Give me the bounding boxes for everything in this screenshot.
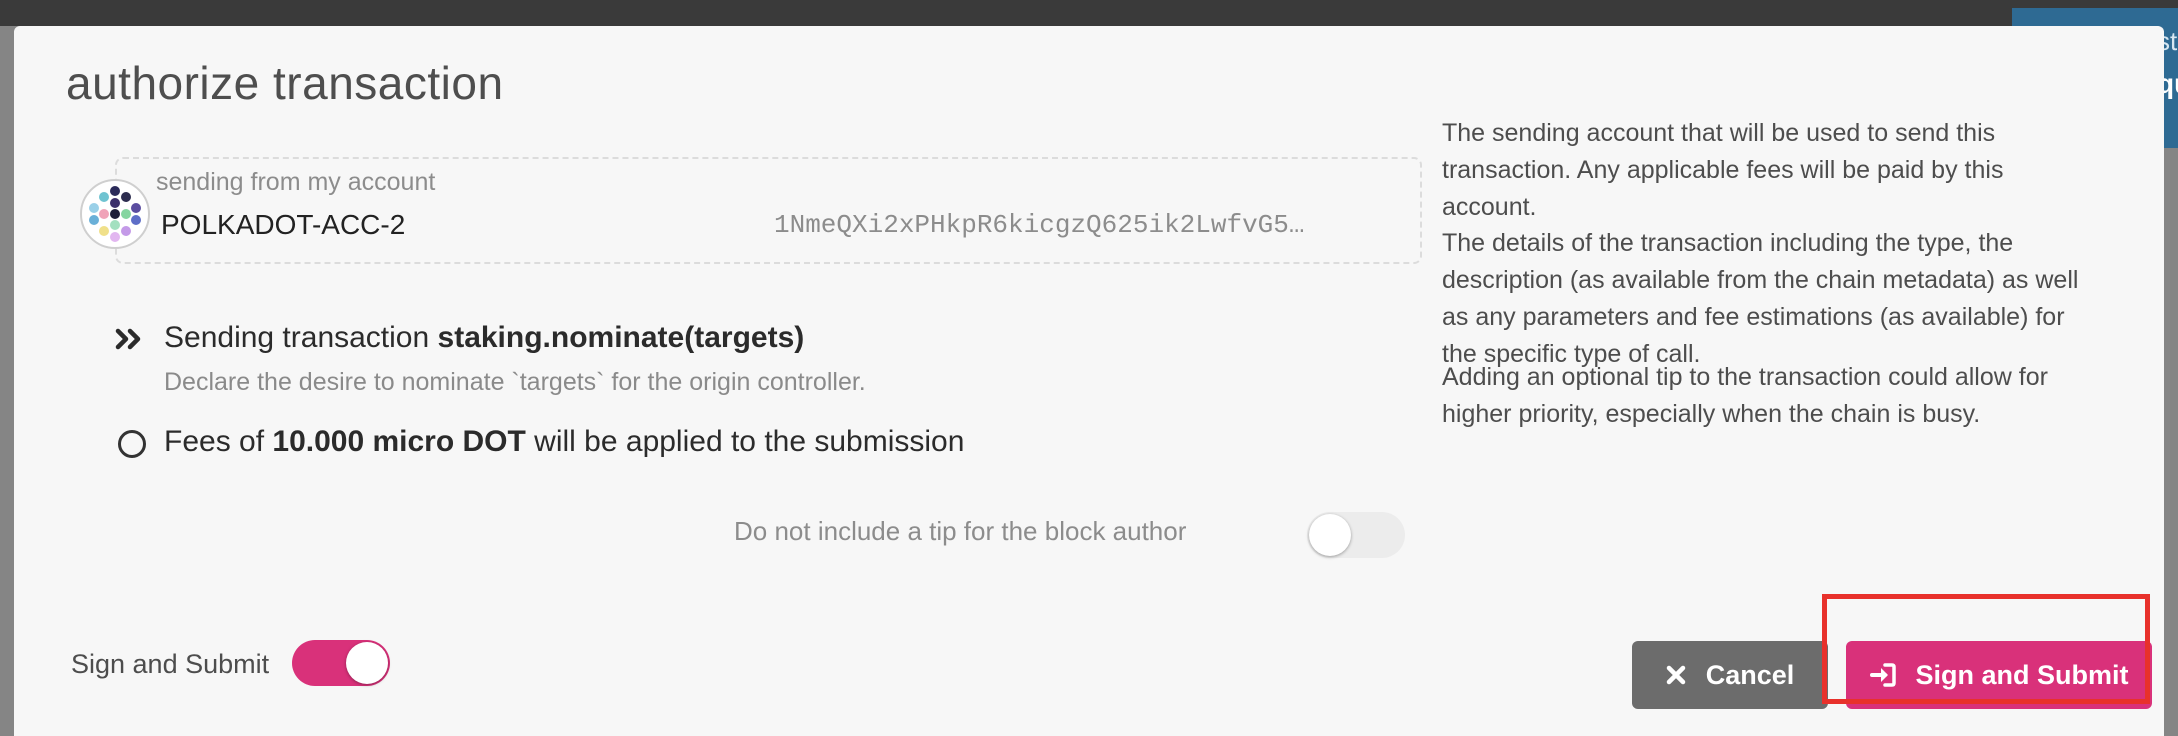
close-icon <box>1666 665 1685 685</box>
cancel-button-label: Cancel <box>1705 659 1795 690</box>
fee-prefix: Fees of <box>164 425 273 458</box>
modal-title: authorize transaction <box>66 57 504 109</box>
identicon-icon <box>80 179 150 249</box>
sign-and-submit-toggle[interactable] <box>292 640 390 686</box>
toggle-knob <box>346 642 388 684</box>
account-name: POLKADOT-ACC-2 <box>161 209 406 240</box>
toggle-knob <box>1309 514 1351 556</box>
transaction-description: Declare the desire to nominate `targets`… <box>164 368 866 396</box>
help-account: The sending account that will be used to… <box>1442 119 2004 221</box>
account-address: 1NmeQXi2xPHkpR6kicgzQ625ik2LwfvG5… <box>774 210 1305 240</box>
highlight-box <box>1822 594 2150 704</box>
transaction-call: staking.nominate(targets) <box>437 321 805 354</box>
tip-label: Do not include a tip for the block autho… <box>734 516 1187 546</box>
account-label: sending from my account <box>156 168 436 196</box>
transaction-prefix: Sending transaction <box>164 321 438 354</box>
background-top-bar <box>0 0 2178 26</box>
fee-summary: Fees of 10.000 micro DOT will be applied… <box>164 425 964 459</box>
circle-icon <box>118 430 146 458</box>
help-tip: Adding an optional tip to the transactio… <box>1442 363 2048 428</box>
sign-and-submit-label: Sign and Submit <box>71 649 270 679</box>
tip-toggle[interactable] <box>1307 512 1405 558</box>
cancel-button[interactable]: Cancel <box>1632 641 1828 709</box>
fee-suffix: will be applied to the submission <box>525 425 965 458</box>
transaction-summary: Sending transaction staking.nominate(tar… <box>164 321 804 355</box>
double-chevron-right-icon <box>115 328 141 350</box>
help-details: The details of the transaction including… <box>1442 229 2079 368</box>
fee-amount: 10.000 micro DOT <box>272 425 526 458</box>
